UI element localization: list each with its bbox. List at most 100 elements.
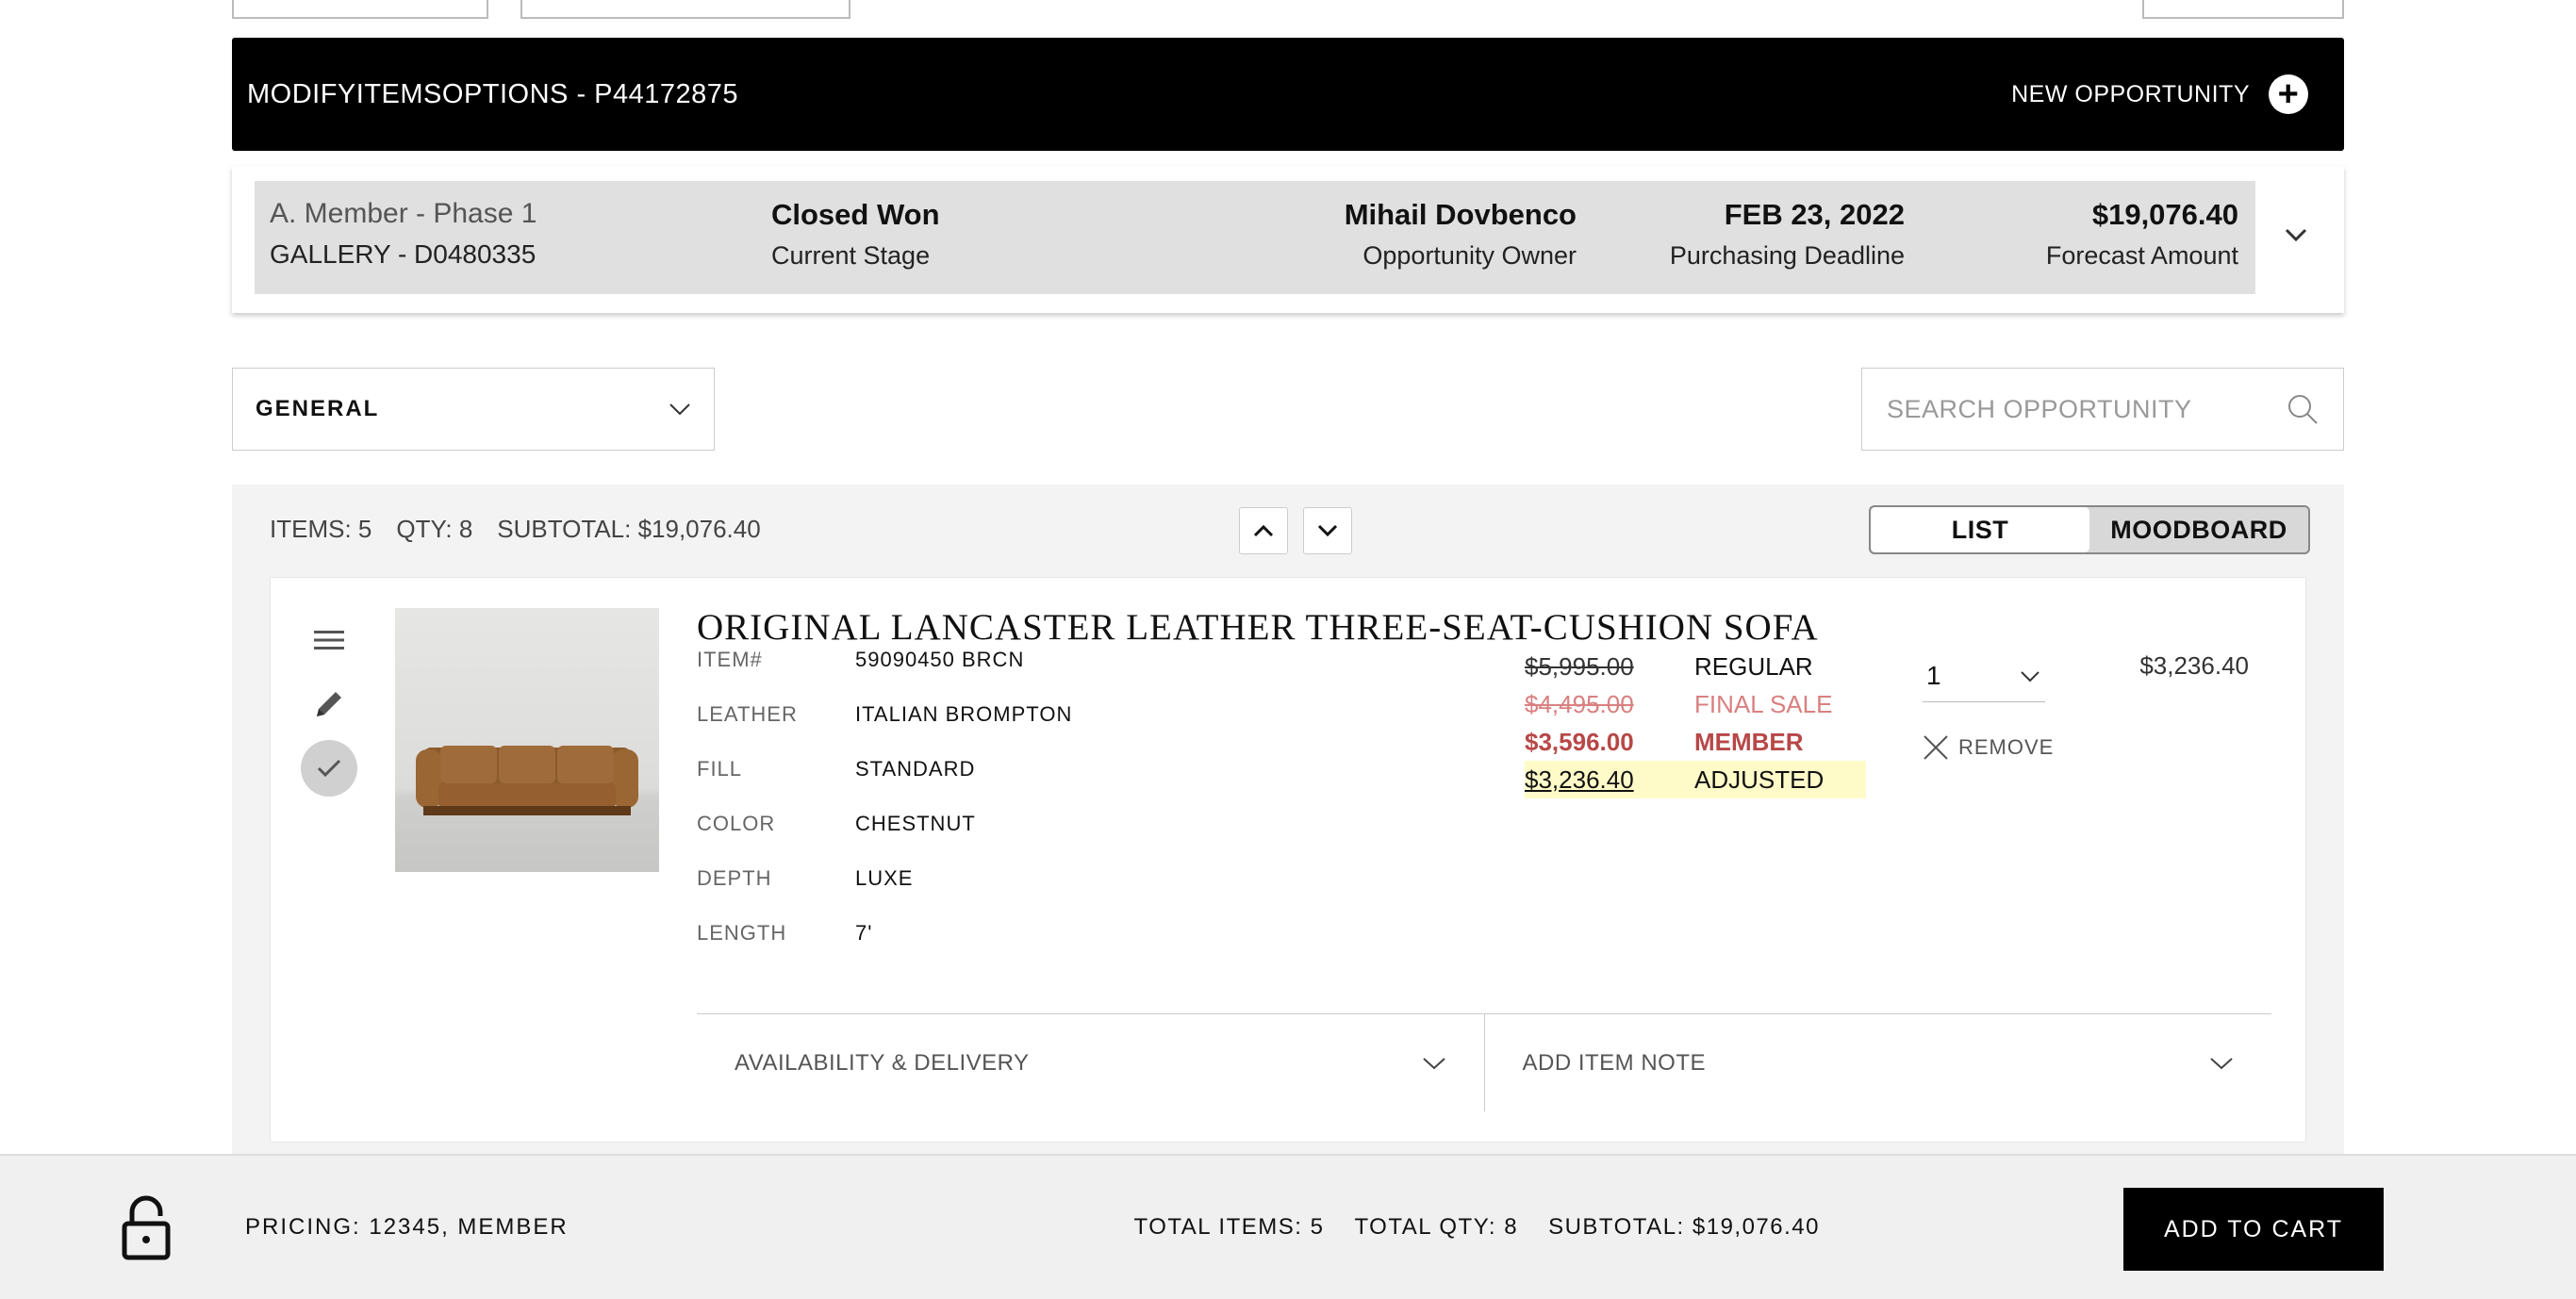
spec-row: COLOR CHESTNUT (697, 812, 1072, 866)
chevron-down-icon (1317, 524, 1338, 537)
total-items: TOTAL ITEMS: 5 (1133, 1214, 1325, 1240)
opportunity-title: MODIFYITEMSOPTIONS - P44172875 (247, 78, 739, 109)
regular-price: $5,995.00 (1525, 651, 1634, 681)
owner-label: Opportunity Owner (1362, 241, 1577, 270)
deadline-info: FEB 23, 2022 Purchasing Deadline (1670, 198, 1905, 271)
adjusted-label: ADJUSTED (1694, 765, 1825, 794)
regular-label: REGULAR (1694, 651, 1813, 681)
chevron-down-icon (1422, 1057, 1445, 1069)
close-icon (1924, 735, 1948, 760)
spec-label: COLOR (697, 812, 776, 835)
price-list: $5,995.00 REGULAR $4,495.00 FINAL SALE $… (1525, 648, 1866, 798)
top-control-3[interactable] (2142, 0, 2344, 19)
category-select[interactable]: GENERAL (232, 368, 715, 451)
spec-row: ITEM# 59090450 BRCN (697, 648, 1072, 702)
gallery-id: GALLERY - D0480335 (270, 239, 537, 269)
drag-handle[interactable] (299, 612, 359, 668)
cart-subtotal: SUBTOTAL: $19,076.40 (1548, 1214, 1820, 1240)
new-opportunity-button[interactable]: NEW OPPORTUNITY + (2011, 74, 2329, 114)
stage-label: Current Stage (771, 241, 931, 270)
search-opportunity-field[interactable] (1861, 368, 2344, 451)
view-list-button[interactable]: LIST (1871, 507, 2089, 552)
move-up-button[interactable] (1239, 507, 1288, 554)
price-regular: $5,995.00 REGULAR (1525, 648, 1866, 685)
stage-info: Closed Won Current Stage (771, 198, 940, 271)
chevron-up-icon (1253, 524, 1274, 537)
member-phase: A. Member - Phase 1 (270, 198, 537, 229)
spec-label: LEATHER (697, 702, 798, 726)
spec-row: LENGTH 7' (697, 921, 1072, 976)
move-down-button[interactable] (1303, 507, 1352, 554)
forecast-label: Forecast Amount (2045, 241, 2238, 270)
cart-totals: TOTAL ITEMS: 5 TOTAL QTY: 8 SUBTOTAL: $1… (1134, 1214, 1820, 1241)
spec-value: STANDARD (855, 757, 976, 781)
stage-value: Closed Won (771, 198, 940, 231)
chevron-down-icon[interactable] (2284, 222, 2308, 247)
spec-value: ITALIAN BROMPTON (855, 702, 1073, 726)
forecast-info: $19,076.40 Forecast Amount (2046, 198, 2238, 271)
price-adjusted: $3,236.40 ADJUSTED (1525, 761, 1866, 798)
spec-value: 59090450 BRCN (855, 648, 1025, 671)
quantity-select[interactable]: 1 (1923, 650, 2045, 702)
remove-button[interactable]: REMOVE (1923, 734, 2054, 761)
search-input[interactable] (1887, 394, 2264, 424)
chevron-down-icon (2210, 1057, 2233, 1069)
items-stats: ITEMS: 5 QTY: 8 SUBTOTAL: $19,076.40 (270, 515, 761, 544)
price-member: $3,596.00 MEMBER (1525, 723, 1866, 761)
add-to-cart-button[interactable]: ADD TO CART (2123, 1188, 2384, 1271)
owner-info: Mihail Dovbenco Opportunity Owner (1345, 198, 1577, 271)
chevron-down-icon (2021, 670, 2039, 682)
new-opportunity-label: NEW OPPORTUNITY (2011, 80, 2250, 107)
member-info: A. Member - Phase 1 GALLERY - D0480335 (270, 198, 537, 270)
deadline-label: Purchasing Deadline (1669, 241, 1905, 270)
spec-label: LENGTH (697, 921, 787, 945)
line-total: $3,236.40 (2139, 651, 2249, 680)
menu-icon (314, 631, 344, 650)
spec-value: LUXE (855, 866, 914, 890)
items-count: ITEMS: 5 (270, 515, 372, 543)
item-actions (299, 612, 359, 804)
product-specs: ITEM# 59090450 BRCN LEATHER ITALIAN BROMPT… (697, 648, 1072, 976)
spec-row: FILL STANDARD (697, 757, 1072, 812)
select-item-button[interactable] (299, 740, 359, 797)
check-icon (301, 740, 357, 797)
category-selected: GENERAL (256, 396, 380, 421)
remove-label: REMOVE (1958, 735, 2055, 759)
items-subtotal: SUBTOTAL: $19,076.40 (497, 515, 761, 543)
view-toggle: LIST MOODBOARD (1869, 505, 2310, 554)
opportunity-header: MODIFYITEMSOPTIONS - P44172875 NEW OPPOR… (232, 38, 2344, 151)
owner-value: Mihail Dovbenco (1344, 198, 1577, 231)
item-card: ORIGINAL LANCASTER LEATHER THREE-SEAT-CU… (270, 577, 2306, 1143)
add-item-note-toggle[interactable]: ADD ITEM NOTE (1483, 1014, 2272, 1111)
availability-delivery-toggle[interactable]: AVAILABILITY & DELIVERY (697, 1014, 1484, 1111)
spec-row: LEATHER ITALIAN BROMPTON (697, 702, 1072, 757)
plus-circle-icon: + (2269, 74, 2308, 114)
chevron-down-icon (669, 403, 690, 416)
spec-row: DEPTH LUXE (697, 866, 1072, 921)
product-image[interactable] (395, 608, 659, 872)
item-accordions: AVAILABILITY & DELIVERY ADD ITEM NOTE (697, 1013, 2271, 1111)
unlocked-lock-icon[interactable] (121, 1195, 172, 1261)
opportunity-summary: A. Member - Phase 1 GALLERY - D0480335 C… (255, 181, 2255, 294)
top-control-1[interactable] (232, 0, 488, 19)
adjusted-price[interactable]: $3,236.40 (1525, 765, 1694, 795)
total-qty: TOTAL QTY: 8 (1354, 1214, 1519, 1240)
final-sale-label: FINAL SALE (1694, 689, 1833, 718)
availability-label: AVAILABILITY & DELIVERY (735, 1049, 1030, 1076)
final-sale-price: $4,495.00 (1525, 689, 1634, 718)
search-icon[interactable] (2287, 393, 2319, 425)
checkout-bar: PRICING: 12345, MEMBER TOTAL ITEMS: 5 TO… (0, 1154, 2576, 1299)
opportunity-summary-card: A. Member - Phase 1 GALLERY - D0480335 C… (232, 166, 2344, 313)
spec-value: CHESTNUT (855, 812, 976, 835)
edit-button[interactable] (299, 676, 359, 732)
sofa-image (416, 746, 638, 815)
top-control-2[interactable] (520, 0, 850, 19)
view-moodboard-button[interactable]: MOODBOARD (2089, 507, 2308, 552)
spec-label: DEPTH (697, 866, 772, 890)
items-qty: QTY: 8 (396, 515, 473, 543)
deadline-value: FEB 23, 2022 (1724, 198, 1905, 231)
note-label: ADD ITEM NOTE (1522, 1049, 1707, 1076)
member-price: $3,596.00 (1525, 727, 1634, 756)
product-title[interactable]: ORIGINAL LANCASTER LEATHER THREE-SEAT-CU… (697, 606, 1819, 649)
spec-label: ITEM# (697, 648, 763, 671)
